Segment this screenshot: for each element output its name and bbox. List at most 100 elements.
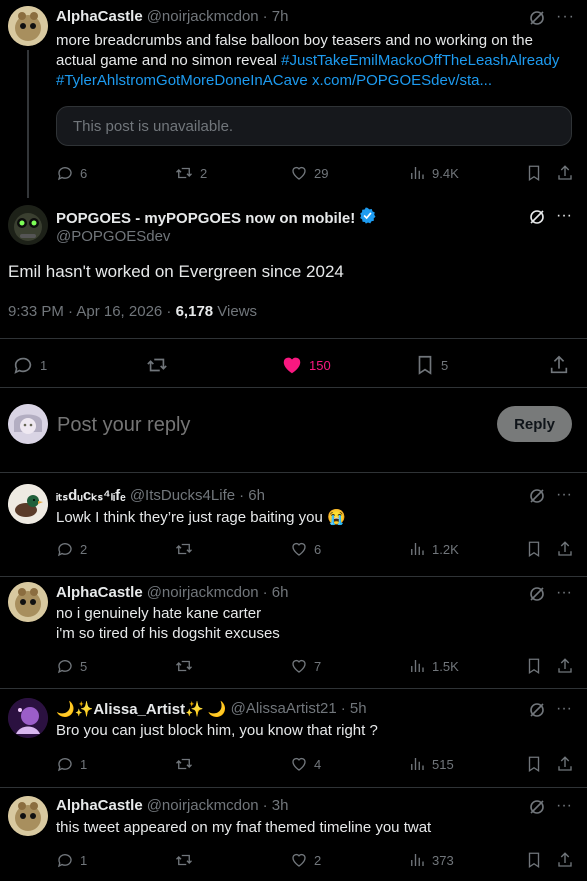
repost-icon [176, 758, 192, 770]
like-button[interactable]: 29 [290, 164, 328, 182]
heart-icon [292, 542, 306, 556]
bookmark-button[interactable]: 5 [415, 354, 448, 376]
bookmark-button[interactable] [526, 851, 542, 869]
post-timestamp[interactable]: 9:33 PM · Apr 16, 2026 · [8, 303, 176, 320]
author-name[interactable]: 🌙✨Alissa_Artist✨ 🌙 [56, 700, 227, 718]
post-time[interactable]: · 7h [263, 8, 289, 25]
repost-icon [176, 167, 192, 179]
views-icon [411, 758, 424, 770]
repost-button[interactable] [174, 851, 194, 869]
share-icon [558, 165, 572, 180]
share-button[interactable] [556, 851, 574, 869]
divider [0, 338, 587, 339]
author-name[interactable]: AlphaCastle [56, 584, 143, 601]
bookmark-button[interactable] [526, 657, 542, 675]
hashtag-link[interactable]: #JustTakeEmilMackoOffTheLeashAlready [281, 52, 559, 69]
reply-button[interactable]: 5 [56, 657, 87, 675]
post-time[interactable]: · 5h [341, 700, 367, 718]
avatar[interactable] [8, 582, 48, 622]
reply-button[interactable]: 1 [56, 755, 87, 773]
share-icon [558, 541, 572, 556]
repost-button[interactable] [145, 354, 169, 376]
grok-icon[interactable] [528, 208, 546, 231]
bookmark-icon [528, 658, 540, 675]
post-text: more breadcrumbs and false balloon boy t… [56, 32, 560, 89]
grok-icon[interactable] [528, 798, 546, 821]
avatar[interactable] [8, 796, 48, 836]
views-icon [411, 543, 424, 555]
share-button[interactable] [548, 354, 570, 376]
post-time[interactable]: · 3h [263, 797, 289, 814]
author-name[interactable]: AlphaCastle [56, 8, 143, 25]
bookmark-icon [528, 852, 540, 869]
more-icon[interactable]: ··· [556, 486, 572, 504]
avatar[interactable] [8, 698, 48, 738]
like-button[interactable]: 150 [281, 354, 331, 376]
repost-icon [176, 854, 192, 866]
author-handle[interactable]: @AlissaArtist21 [231, 700, 337, 718]
bookmark-button[interactable] [526, 755, 542, 773]
share-icon [558, 852, 572, 867]
post-meta: 9:33 PM · Apr 16, 2026 · 6,178 Views [8, 303, 258, 320]
views-icon [411, 854, 424, 866]
reply-button[interactable]: 6 [56, 164, 87, 182]
grok-icon[interactable] [528, 585, 546, 608]
grok-icon[interactable] [528, 487, 546, 510]
like-button[interactable]: 7 [290, 657, 321, 675]
views-button[interactable]: 1.5K [408, 657, 459, 675]
post-time[interactable]: · 6h [239, 487, 265, 504]
reply-input[interactable] [57, 410, 477, 440]
author-handle[interactable]: @noirjackmcdon [147, 8, 259, 25]
divider [0, 472, 587, 473]
more-icon[interactable]: ··· [556, 584, 572, 602]
like-button[interactable]: 2 [290, 851, 321, 869]
author-name[interactable]: ᵢₜₛdᵤcₖₛ⁴ₗᵢfₑ [56, 486, 126, 504]
avatar[interactable] [8, 205, 48, 245]
like-button[interactable]: 6 [290, 540, 321, 558]
repost-button[interactable] [174, 755, 194, 773]
share-button[interactable] [556, 164, 574, 182]
reply-button[interactable]: 1 [12, 354, 47, 376]
author-handle[interactable]: @noirjackmcdon [147, 584, 259, 601]
views-button[interactable]: 515 [408, 755, 454, 773]
author-name[interactable]: POPGOES - myPOPGOES now on mobile! [56, 210, 355, 227]
share-button[interactable] [556, 540, 574, 558]
author-handle[interactable]: @POPGOESdev [56, 228, 170, 245]
hashtag-link[interactable]: #TylerAhlstromGotMoreDoneInACave [56, 72, 308, 89]
author-handle[interactable]: @noirjackmcdon [147, 797, 259, 814]
divider [0, 387, 587, 388]
repost-button[interactable] [174, 540, 194, 558]
reply-icon [14, 357, 32, 374]
post-text: this tweet appeared on my fnaf themed ti… [56, 819, 432, 836]
grok-icon[interactable] [528, 9, 546, 32]
more-icon[interactable]: ··· [556, 207, 572, 225]
post-text: Emil hasn't worked on Evergreen since 20… [8, 262, 344, 281]
avatar[interactable] [8, 484, 48, 524]
post-time[interactable]: · 6h [263, 584, 289, 601]
like-button[interactable]: 4 [290, 755, 321, 773]
bookmark-button[interactable] [526, 164, 542, 182]
repost-button[interactable] [174, 657, 194, 675]
reply-button[interactable]: 2 [56, 540, 87, 558]
author-name[interactable]: AlphaCastle [56, 797, 143, 814]
user-avatar[interactable] [8, 404, 48, 444]
more-icon[interactable]: ··· [556, 797, 572, 815]
share-button[interactable] [556, 657, 574, 675]
heart-icon [292, 757, 306, 771]
share-button[interactable] [556, 755, 574, 773]
avatar[interactable] [8, 6, 48, 46]
views-button[interactable]: 373 [408, 851, 454, 869]
quoted-post-unavailable: This post is unavailable. [56, 106, 572, 146]
repost-button[interactable]: 2 [174, 164, 207, 182]
reply-button[interactable]: 1 [56, 851, 87, 869]
views-button[interactable]: 9.4K [408, 164, 459, 182]
views-button[interactable]: 1.2K [408, 540, 459, 558]
bookmark-button[interactable] [526, 540, 542, 558]
author-handle[interactable]: @ItsDucks4Life [130, 487, 235, 504]
more-icon[interactable]: ··· [556, 700, 572, 718]
views-icon [411, 660, 424, 672]
grok-icon[interactable] [528, 701, 546, 724]
more-icon[interactable]: ··· [556, 8, 575, 26]
reply-submit-button[interactable]: Reply [497, 406, 572, 442]
url-link[interactable]: x.com/POPGOESdev/sta... [312, 72, 492, 89]
